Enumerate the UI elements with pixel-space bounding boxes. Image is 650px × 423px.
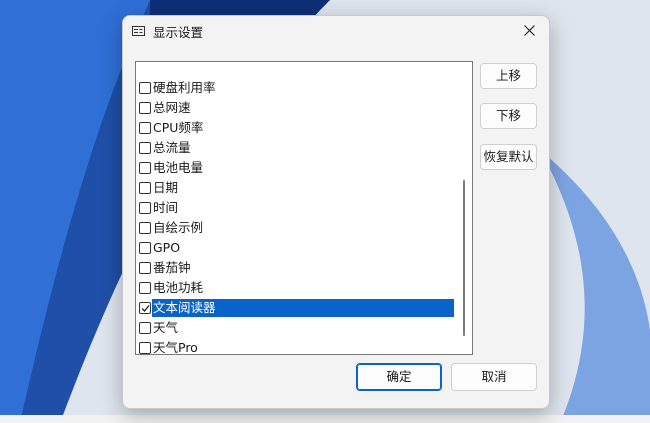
item-label: 电池功耗 bbox=[153, 280, 204, 295]
item-checkbox[interactable] bbox=[139, 182, 151, 194]
list-item[interactable]: 硬盘利用率 bbox=[136, 78, 456, 98]
item-label: 日期 bbox=[153, 180, 179, 195]
item-checkbox[interactable] bbox=[139, 302, 151, 314]
item-checkbox[interactable] bbox=[139, 102, 151, 114]
close-icon bbox=[524, 25, 535, 36]
list-item[interactable]: CPU频率 bbox=[136, 118, 456, 138]
item-label: 天气Pro bbox=[153, 340, 198, 355]
item-label: 总网速 bbox=[153, 100, 191, 115]
item-label: 天气 bbox=[153, 320, 179, 335]
list-item[interactable]: 天气Pro bbox=[136, 338, 456, 355]
item-checkbox[interactable] bbox=[139, 142, 151, 154]
item-checkbox[interactable] bbox=[139, 342, 151, 354]
item-checkbox[interactable] bbox=[139, 242, 151, 254]
item-label: GPO bbox=[153, 240, 181, 255]
item-label: 硬盘利用率 bbox=[153, 80, 216, 95]
item-checkbox[interactable] bbox=[139, 122, 151, 134]
item-label: 文本阅读器 bbox=[153, 300, 216, 315]
dialog-title: 显示设置 bbox=[153, 25, 204, 40]
ok-button[interactable]: 确定 bbox=[356, 363, 442, 391]
display-settings-dialog: 显示设置 硬盘利用率总网速 CPU频率总流量电池电量日期时间自绘示例 GPO 番茄钟电… bbox=[122, 15, 550, 409]
list-item[interactable]: GPO bbox=[136, 238, 456, 258]
item-checkbox[interactable] bbox=[139, 222, 151, 234]
item-label: 总流量 bbox=[153, 140, 191, 155]
item-checkbox[interactable] bbox=[139, 82, 151, 94]
app-icon bbox=[132, 25, 145, 36]
list-item[interactable]: 总网速 bbox=[136, 98, 456, 118]
scroll-thumb[interactable] bbox=[463, 180, 465, 336]
item-checkbox[interactable] bbox=[139, 202, 151, 214]
item-label: 自绘示例 bbox=[153, 220, 204, 235]
vertical-scrollbar[interactable] bbox=[456, 62, 472, 354]
item-label: 电池电量 bbox=[153, 160, 204, 175]
list-item[interactable]: 时间 bbox=[136, 198, 456, 218]
item-checkbox[interactable] bbox=[139, 322, 151, 334]
close-button[interactable] bbox=[517, 20, 543, 42]
move-up-button[interactable]: 上移 bbox=[480, 63, 537, 89]
display-items-list[interactable]: 硬盘利用率总网速 CPU频率总流量电池电量日期时间自绘示例 GPO 番茄钟电池功耗文本… bbox=[135, 61, 473, 355]
checkmark-icon bbox=[141, 305, 150, 312]
item-checkbox[interactable] bbox=[139, 262, 151, 274]
item-label: 番茄钟 bbox=[153, 260, 191, 275]
list-item[interactable]: 番茄钟 bbox=[136, 258, 456, 278]
list-item[interactable]: 电池电量 bbox=[136, 158, 456, 178]
move-down-button[interactable]: 下移 bbox=[480, 103, 537, 129]
item-label: CPU频率 bbox=[153, 120, 204, 135]
item-label: 时间 bbox=[153, 200, 179, 215]
list-item[interactable]: 电池功耗 bbox=[136, 278, 456, 298]
list-item[interactable]: 总流量 bbox=[136, 138, 456, 158]
cancel-button[interactable]: 取消 bbox=[451, 363, 537, 391]
restore-default-button[interactable]: 恢复默认 bbox=[480, 144, 537, 170]
list-item[interactable]: 日期 bbox=[136, 178, 456, 198]
item-checkbox[interactable] bbox=[139, 282, 151, 294]
list-item[interactable]: 自绘示例 bbox=[136, 218, 456, 238]
list-item[interactable]: 文本阅读器 bbox=[136, 298, 456, 318]
item-checkbox[interactable] bbox=[139, 162, 151, 174]
title-bar: 显示设置 bbox=[123, 16, 549, 44]
list-item[interactable]: 天气 bbox=[136, 318, 456, 338]
